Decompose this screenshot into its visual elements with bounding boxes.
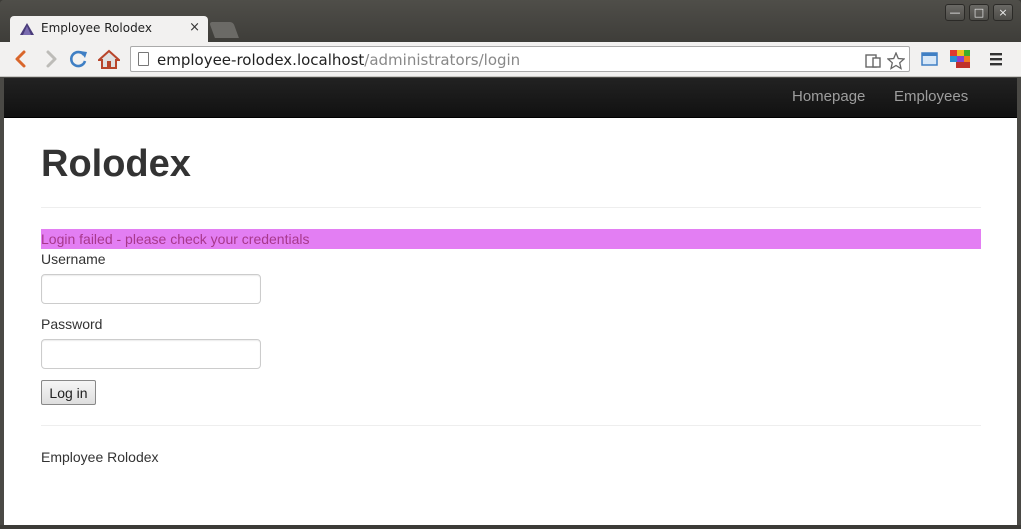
title-bar: Employee Rolodex × — □ × [0,0,1021,42]
url-host: employee-rolodex.localhost [157,51,365,69]
reader-mode-icon[interactable] [864,52,882,70]
back-icon[interactable] [10,49,32,69]
tab-title: Employee Rolodex [41,21,152,35]
bookmark-star-icon[interactable] [886,50,906,70]
window-controls: — □ × [945,4,1013,21]
username-label: Username [41,251,106,267]
url-text: employee-rolodex.localhost/administrator… [157,51,520,69]
browser-toolbar: employee-rolodex.localhost/administrator… [0,42,1021,77]
close-window-button[interactable]: × [993,4,1013,21]
color-picker-extension-icon[interactable] [950,50,970,68]
password-input[interactable] [41,339,261,369]
omnibox-actions [864,50,906,70]
footer-text: Employee Rolodex [41,449,159,465]
home-icon[interactable] [98,49,120,69]
browser-window: Employee Rolodex × — □ × employee-rolode… [0,0,1021,529]
reload-icon[interactable] [68,49,90,69]
tab-close-icon[interactable]: × [189,20,200,35]
password-label: Password [41,316,103,332]
browser-tab[interactable]: Employee Rolodex × [10,16,208,42]
minimize-button[interactable]: — [945,4,965,21]
nav-link-employees[interactable]: Employees [894,88,968,105]
web-page: Homepage Employees Rolodex Login failed … [4,78,1017,525]
url-path: /administrators/login [364,51,521,69]
menu-icon[interactable] [986,50,1006,68]
address-bar[interactable]: employee-rolodex.localhost/administrator… [130,46,910,72]
favicon-icon [20,23,34,35]
forward-icon[interactable] [40,49,62,69]
extension-screen-icon[interactable] [920,50,940,68]
page-title: Rolodex [41,143,191,185]
maximize-button[interactable]: □ [969,4,989,21]
new-tab-button[interactable] [209,22,239,38]
page-icon [138,52,149,66]
username-input[interactable] [41,274,261,304]
navbar: Homepage Employees [4,78,1017,118]
window-bottom-border [0,525,1021,529]
login-button[interactable]: Log in [41,380,96,405]
footer-divider [41,425,981,426]
nav-link-homepage[interactable]: Homepage [792,88,865,105]
divider [41,207,981,208]
login-error-alert: Login failed - please check your credent… [41,229,981,249]
